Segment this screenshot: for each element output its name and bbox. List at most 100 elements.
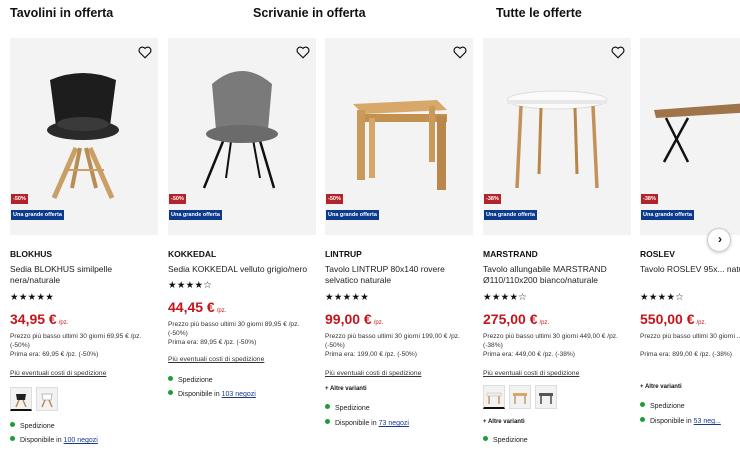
shipping-link[interactable]: Più eventuali costi di spedizione: [10, 370, 106, 377]
product-price: 34,95 €/pz.: [10, 311, 68, 327]
rating-stars: ★★★★★: [10, 292, 55, 303]
stock-dot-icon: [168, 376, 173, 381]
price-unit: /pz.: [216, 308, 227, 314]
heart-icon[interactable]: [611, 46, 625, 59]
category-links: Tavolini in offerta Scrivanie in offerta…: [0, 0, 740, 30]
discount-badge: -50%: [326, 194, 343, 204]
swatch-black[interactable]: [10, 387, 32, 411]
stores-link[interactable]: 53 neg...: [694, 418, 721, 425]
delivery-status: Spedizione: [483, 436, 528, 444]
delivery-status: Spedizione: [640, 402, 685, 410]
was-price-info: Prima era: 449,00 € /pz. (-38%): [483, 351, 575, 358]
stock-dot-icon: [10, 422, 15, 427]
lowest-price-info: Prezzo più basso ultimi 30 giorni 199,00…: [325, 333, 460, 349]
price-value: 550,00 €: [640, 311, 695, 327]
product-price: 99,00 €/pz.: [325, 311, 383, 327]
product-image[interactable]: -50% Una grande offerta: [325, 38, 473, 235]
price-unit: /pz.: [58, 320, 69, 326]
product-brand: LINTRUP: [325, 249, 362, 259]
product-image[interactable]: -50% Una grande offerta: [168, 38, 316, 235]
discount-badge: -50%: [11, 194, 28, 204]
heart-icon[interactable]: [453, 46, 467, 59]
store-availability: Disponibile in 73 negozi: [325, 419, 409, 427]
deal-badge: Una grande offerta: [326, 210, 379, 220]
swatch-dark[interactable]: [535, 385, 557, 409]
more-variants[interactable]: + Altre varianti: [325, 386, 367, 392]
product-card[interactable]: -50% Una grande offerta BLOKHUS Sedia BL…: [10, 38, 158, 450]
stores-link[interactable]: 100 negozi: [64, 437, 98, 444]
shipping-link[interactable]: Più eventuali costi di spedizione: [325, 370, 421, 377]
stock-dot-icon: [325, 404, 330, 409]
product-title[interactable]: Tavolo LINTRUP 80x140 rovere selvatico n…: [325, 264, 473, 286]
product-brand: KOKKEDAL: [168, 249, 217, 259]
swatch-white[interactable]: [36, 387, 58, 411]
deal-badge: Una grande offerta: [11, 210, 64, 220]
more-variants[interactable]: + Altre varianti: [640, 384, 682, 390]
chevron-right-icon: ›: [718, 232, 722, 246]
lowest-price-info: Prezzo più basso ultimi 30 giorni 449,00…: [483, 333, 618, 349]
product-card[interactable]: -38% Una grande offerta MARSTRAND Tavolo…: [483, 38, 631, 450]
store-availability: Disponibile in 53 neg...: [640, 417, 721, 425]
delivery-status: Spedizione: [10, 422, 55, 430]
stores-link[interactable]: 103 negozi: [222, 391, 256, 398]
stock-dot-icon: [10, 436, 15, 441]
deal-badge: Una grande offerta: [484, 210, 537, 220]
store-availability: Disponibile in 103 negozi: [168, 390, 256, 398]
link-tavolini[interactable]: Tavolini in offerta: [10, 6, 113, 20]
heart-icon[interactable]: [138, 46, 152, 59]
was-price-info: Prima era: 89,95 € /pz. (-50%): [168, 339, 257, 346]
product-image[interactable]: -50% Una grande offerta: [10, 38, 158, 235]
rating-stars: ★★★★☆: [168, 280, 213, 291]
chair-image: [47, 73, 119, 200]
price-unit: /pz.: [539, 320, 550, 326]
swatch-table-white-icon: [486, 392, 502, 404]
rating-stars: ★★★★★: [325, 292, 370, 303]
product-image[interactable]: -38% Una grande offerta: [640, 38, 740, 235]
product-price: 44,45 €/pz.: [168, 299, 226, 315]
price-value: 99,00 €: [325, 311, 372, 327]
link-scrivanie[interactable]: Scrivanie in offerta: [253, 6, 366, 20]
stock-dot-icon: [640, 417, 645, 422]
price-value: 34,95 €: [10, 311, 57, 327]
stock-dot-icon: [483, 436, 488, 441]
lowest-price-info: Prezzo più basso ultimi 30 giorni 89,95 …: [168, 321, 300, 337]
product-price: 550,00 €/pz.: [640, 311, 706, 327]
stock-dot-icon: [640, 402, 645, 407]
swatch-white-round[interactable]: [483, 385, 505, 409]
product-card[interactable]: -50% Una grande offerta KOKKEDAL Sedia K…: [168, 38, 316, 450]
swatch-oak[interactable]: [509, 385, 531, 409]
price-unit: /pz.: [373, 320, 384, 326]
product-image[interactable]: -38% Una grande offerta: [483, 38, 631, 235]
chair-image: [202, 71, 278, 189]
lowest-price-info: Prezzo più basso ultimi 30 giorni ... € …: [640, 333, 740, 340]
shipping-link[interactable]: Più eventuali costi di spedizione: [168, 356, 264, 363]
rating-stars: ★★★★☆: [640, 292, 685, 303]
price-value: 44,45 €: [168, 299, 215, 315]
discount-badge: -38%: [484, 194, 501, 204]
more-variants[interactable]: + Altre varianti: [483, 419, 525, 425]
was-price-info: Prima era: 899,00 € /pz. (-38%): [640, 351, 732, 358]
swatch-table-oak-icon: [513, 393, 527, 404]
product-title[interactable]: Sedia BLOKHUS similpelle nera/naturale: [10, 264, 158, 286]
store-availability: Disponibile in 100 negozi: [10, 436, 98, 444]
link-tutte-offerte[interactable]: Tutte le offerte: [496, 6, 582, 20]
heart-icon[interactable]: [296, 46, 310, 59]
stores-link[interactable]: 73 negozi: [379, 420, 409, 427]
stock-dot-icon: [168, 390, 173, 395]
product-price: 275,00 €/pz.: [483, 311, 549, 327]
shipping-link[interactable]: Più eventuali costi di spedizione: [483, 370, 579, 377]
table-image: [353, 100, 447, 190]
product-brand: MARSTRAND: [483, 249, 538, 259]
product-title[interactable]: Sedia KOKKEDAL velluto grigio/nero: [168, 264, 316, 275]
swatch-chair-black-icon: [15, 394, 27, 408]
was-price-info: Prima era: 69,95 € /pz. (-50%): [10, 351, 99, 358]
carousel-next-button[interactable]: ›: [707, 228, 731, 252]
product-title[interactable]: Tavolo ROSLEV 95x... naturale/nero: [640, 264, 740, 275]
price-unit: /pz.: [696, 320, 707, 326]
product-card[interactable]: -50% Una grande offerta LINTRUP Tavolo L…: [325, 38, 473, 450]
table-image: [654, 103, 740, 163]
stock-dot-icon: [325, 419, 330, 424]
product-brand: BLOKHUS: [10, 249, 53, 259]
product-title[interactable]: Tavolo allungabile MARSTRAND Ø110/110x20…: [483, 264, 631, 286]
delivery-status: Spedizione: [168, 376, 213, 384]
